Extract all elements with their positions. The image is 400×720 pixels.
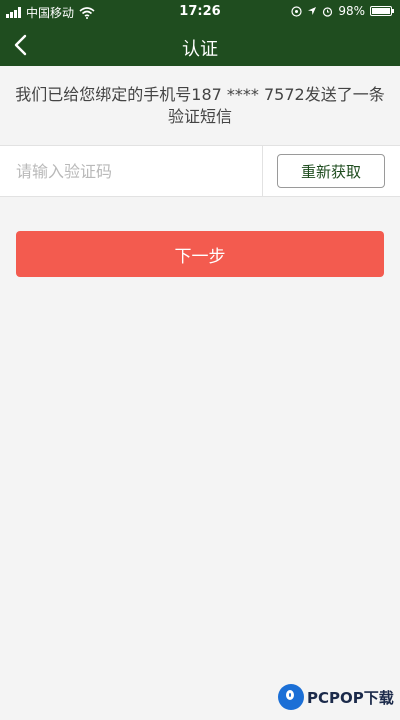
page-title: 认证 xyxy=(182,39,218,60)
location-icon xyxy=(291,5,302,17)
pcpop-logo-icon xyxy=(278,684,304,710)
next-step-button[interactable]: 下一步 xyxy=(16,231,384,277)
status-bar: 中国移动 17:26 98% xyxy=(0,0,400,24)
divider xyxy=(262,146,263,196)
verification-message: 我们已给您绑定的手机号187 **** 7572发送了一条验证短信 xyxy=(15,85,385,126)
nav-bar: 认证 xyxy=(0,24,400,66)
battery-percent: 98% xyxy=(338,4,365,18)
status-right: 98% xyxy=(291,4,394,18)
battery-icon xyxy=(370,6,394,16)
navigation-arrow-icon xyxy=(308,7,317,15)
battery-level xyxy=(372,8,390,14)
watermark: PCPOP下载 xyxy=(278,684,394,710)
alarm-icon xyxy=(323,6,333,17)
watermark-text: PCPOP下载 xyxy=(307,688,394,707)
resend-button[interactable]: 重新获取 xyxy=(277,154,385,188)
code-row: 重新获取 xyxy=(0,145,400,197)
verification-code-input[interactable] xyxy=(0,146,262,196)
